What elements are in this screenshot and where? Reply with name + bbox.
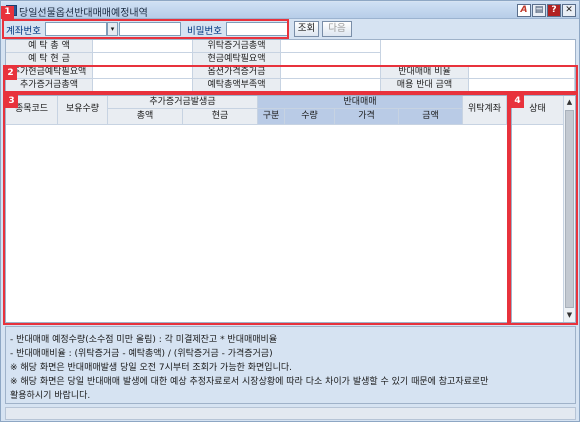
next-button[interactable]: 다음 xyxy=(322,21,352,37)
badge-3: 3 xyxy=(5,95,18,108)
summary-grid: 예 탁 총 액 위탁증거금총액 예 탁 현 금 현금예탁필요액 추가현금예탁필요… xyxy=(5,39,576,92)
col-header-margin-group: 추가증거금발생금 xyxy=(108,96,258,109)
summary-label: 반대매매 비율 xyxy=(381,66,469,79)
password-input[interactable] xyxy=(226,22,288,36)
col-header-amount[interactable]: 금액 xyxy=(399,109,463,125)
font-size-button[interactable]: A xyxy=(517,4,531,17)
account-label: 계좌번호 xyxy=(6,26,41,37)
summary-value xyxy=(469,79,575,92)
summary-label: 현금예탁필요액 xyxy=(193,53,281,66)
summary-value xyxy=(281,66,381,79)
note-line: - 반대매매 예정수량(소수점 미만 올림) : 각 미결제잔고 * 반대매매비… xyxy=(10,335,278,345)
summary-value xyxy=(93,40,193,53)
col-header-cash[interactable]: 현금 xyxy=(183,109,258,125)
summary-label: 위탁증거금총액 xyxy=(193,40,281,53)
query-toolbar: 계좌번호 ▾ 비밀번호 조회 다음 xyxy=(2,20,579,38)
main-window: 당일선물옵션반대매매예정내역 A ▤ ? ✕ 계좌번호 ▾ 비밀번호 조회 다음… xyxy=(0,0,580,422)
state-panel: 상태 ▲ ▼ xyxy=(511,95,576,323)
window-title: 당일선물옵션반대매매예정내역 xyxy=(19,8,148,19)
note-line: 활용하시기 바랍니다. xyxy=(10,391,91,401)
col-header-reverse-group: 반대매매 xyxy=(258,96,463,109)
summary-value xyxy=(281,79,381,92)
badge-4: 4 xyxy=(511,95,524,108)
summary-label: 추가증거금총액 xyxy=(6,79,93,92)
col-header-total[interactable]: 총액 xyxy=(108,109,183,125)
summary-label: 추가현금예탁필요액 xyxy=(6,66,93,79)
badge-1: 1 xyxy=(1,6,14,19)
print-icon[interactable]: ▤ xyxy=(532,4,546,17)
status-bar xyxy=(5,407,576,420)
summary-value xyxy=(281,53,381,66)
col-header-qty[interactable]: 수량 xyxy=(285,109,335,125)
note-line: - 반대매매비율 : (위탁증거금 - 예탁총액) / (위탁증거금 - 가격증… xyxy=(10,349,273,359)
summary-value xyxy=(93,66,193,79)
account-name-field[interactable] xyxy=(119,22,181,36)
summary-label: 예 탁 현 금 xyxy=(6,53,93,66)
notes-panel: - 반대매매 예정수량(소수점 미만 올림) : 각 미결제잔고 * 반대매매비… xyxy=(5,326,576,404)
note-line: ※ 해당 화면은 당일 반대매매 발생에 대한 예상 추정자료로서 시장상황에 … xyxy=(10,377,489,387)
note-line: ※ 해당 화면은 반대매매발생 당일 오전 7시부터 조회가 가능한 화면입니다… xyxy=(10,363,292,373)
badge-2: 2 xyxy=(4,67,17,80)
summary-label: 옵션가격증거금 xyxy=(193,66,281,79)
scroll-up-icon[interactable]: ▲ xyxy=(564,96,575,108)
close-button[interactable]: ✕ xyxy=(562,4,576,17)
col-header-type[interactable]: 구분 xyxy=(258,109,285,125)
summary-value xyxy=(93,79,193,92)
title-bar: 당일선물옵션반대매매예정내역 A ▤ ? ✕ xyxy=(2,2,579,19)
query-button[interactable]: 조회 xyxy=(294,21,319,37)
account-number-input[interactable] xyxy=(45,22,107,36)
col-header-holding[interactable]: 보유수량 xyxy=(58,96,108,125)
vertical-scrollbar[interactable]: ▲ ▼ xyxy=(563,96,575,322)
col-header-price[interactable]: 가격 xyxy=(335,109,399,125)
summary-value xyxy=(93,53,193,66)
reverse-trade-table[interactable]: 종목코드 보유수량 추가증거금발생금 총액 현금 반대매매 구분 수량 가격 금… xyxy=(5,95,508,323)
password-label: 비밀번호 xyxy=(187,26,222,37)
scroll-thumb[interactable] xyxy=(565,110,574,308)
scroll-down-icon[interactable]: ▼ xyxy=(564,309,575,321)
summary-label: 예탁총액부족액 xyxy=(193,79,281,92)
summary-label: 매용 반대 금액 xyxy=(381,79,469,92)
summary-value xyxy=(469,66,575,79)
summary-value xyxy=(281,40,381,53)
help-button[interactable]: ? xyxy=(547,4,561,17)
summary-label: 예 탁 총 액 xyxy=(6,40,93,53)
account-dropdown-button[interactable]: ▾ xyxy=(107,22,118,36)
col-header-account[interactable]: 위탁계좌 xyxy=(463,96,507,125)
